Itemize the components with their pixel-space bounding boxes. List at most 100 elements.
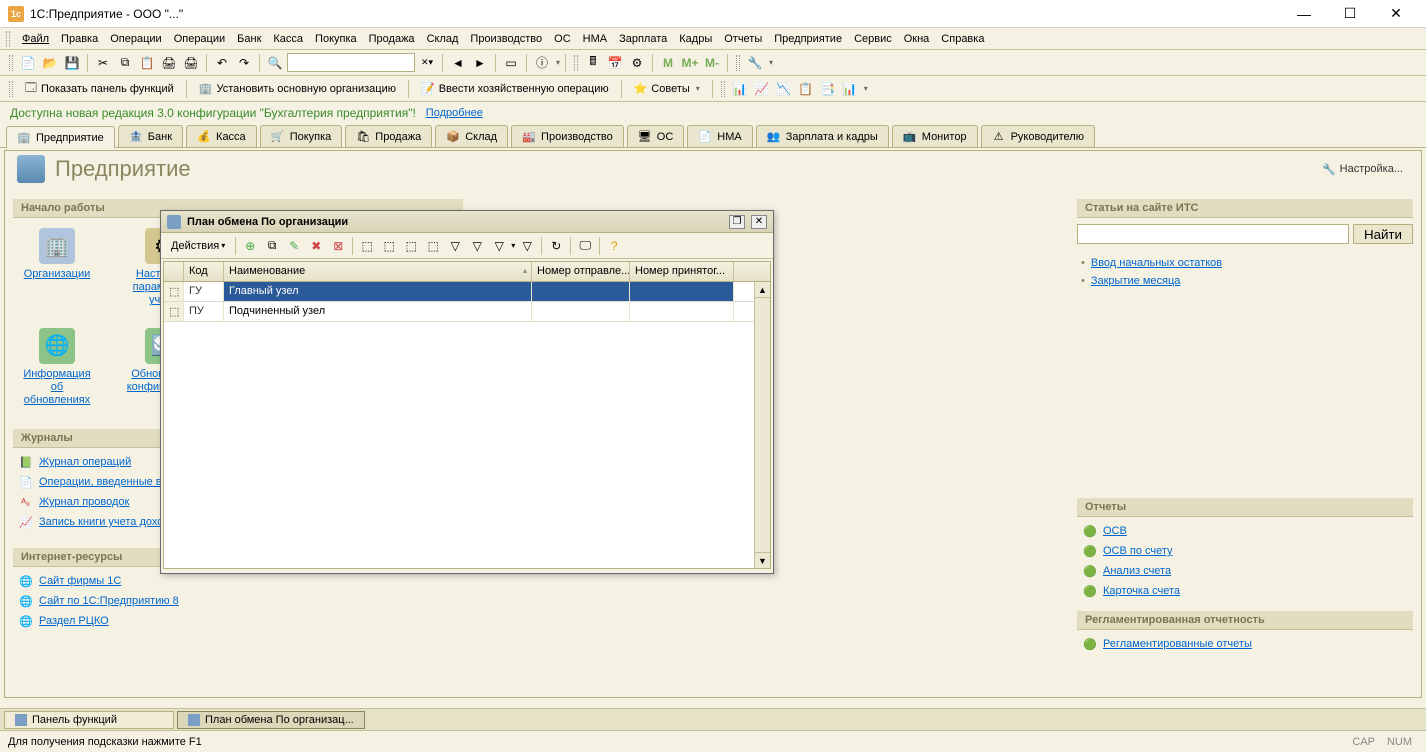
nav-fwd-icon[interactable]: ► bbox=[470, 53, 490, 73]
tab-bank[interactable]: 🏦Банк bbox=[118, 125, 183, 147]
icon-update-info[interactable]: 🌐 Информация об обновлениях bbox=[19, 328, 95, 408]
col-name[interactable]: Наименование▴ bbox=[224, 262, 532, 281]
nav-back-icon[interactable]: ◄ bbox=[448, 53, 468, 73]
link-osv-account[interactable]: ОСВ по счету bbox=[1103, 545, 1173, 557]
actions-dropdown[interactable]: Действия ▾ bbox=[165, 238, 231, 254]
its-search-input[interactable] bbox=[1077, 224, 1349, 244]
col-sent[interactable]: Номер отправле... bbox=[532, 262, 630, 281]
configure-button[interactable]: 🔧 Настройка... bbox=[1316, 161, 1409, 178]
tab-production[interactable]: 🏭Производство bbox=[511, 125, 624, 147]
show-panel-button[interactable]: 🗔 Показать панель функций bbox=[18, 79, 181, 99]
report5-icon[interactable]: 📑 bbox=[818, 79, 838, 99]
report6-icon[interactable]: 📊 bbox=[840, 79, 860, 99]
menu-operations2[interactable]: Операции bbox=[168, 31, 231, 47]
link-1c-site[interactable]: Сайт фирмы 1С bbox=[39, 575, 121, 587]
table-row[interactable]: ⬚ ПУ Подчиненный узел bbox=[164, 302, 770, 322]
tab-kassa[interactable]: 💰Касса bbox=[186, 125, 257, 147]
link-postings[interactable]: Журнал проводок bbox=[39, 496, 129, 508]
menu-os[interactable]: ОС bbox=[548, 31, 577, 47]
link-account-analysis[interactable]: Анализ счета bbox=[1103, 565, 1171, 577]
add-icon[interactable]: ⊕ bbox=[240, 236, 260, 256]
col-code[interactable]: Код bbox=[184, 262, 224, 281]
save-icon[interactable]: 💾 bbox=[62, 53, 82, 73]
cut-icon[interactable]: ✂ bbox=[93, 53, 113, 73]
link-1c8-site[interactable]: Сайт по 1С:Предприятию 8 bbox=[39, 595, 179, 607]
menu-help[interactable]: Справка bbox=[935, 31, 990, 47]
filter2-icon[interactable]: ▽ bbox=[467, 236, 487, 256]
link-reg-reports[interactable]: Регламентированные отчеты bbox=[1103, 638, 1252, 650]
copy-icon[interactable]: ⧉ bbox=[115, 53, 135, 73]
scrollbar[interactable]: ▲ ▼ bbox=[754, 282, 770, 568]
undo-icon[interactable]: ↶ bbox=[212, 53, 232, 73]
filter-off-icon[interactable]: ▽ bbox=[517, 236, 537, 256]
tool1-icon[interactable]: ⚙ bbox=[627, 53, 647, 73]
menu-enterprise[interactable]: Предприятие bbox=[768, 31, 848, 47]
menu-operations[interactable]: Операции bbox=[104, 31, 167, 47]
menu-reports[interactable]: Отчеты bbox=[718, 31, 768, 47]
mem-mminus-icon[interactable]: M- bbox=[702, 53, 722, 73]
tab-warehouse[interactable]: 📦Склад bbox=[435, 125, 508, 147]
table-row[interactable]: ⬚ ГУ Главный узел bbox=[164, 282, 770, 302]
menu-file[interactable]: Файл bbox=[16, 31, 55, 47]
calc-icon[interactable]: 🖩 bbox=[583, 53, 603, 73]
set-org-button[interactable]: 🏢 Установить основную организацию bbox=[192, 79, 403, 99]
search-input[interactable] bbox=[287, 53, 415, 72]
print-icon[interactable]: 🖨 bbox=[159, 53, 179, 73]
task-exchange-plan[interactable]: План обмена По организац... bbox=[177, 711, 365, 729]
enter-op-button[interactable]: 📝 Ввести хозяйственную операцию bbox=[414, 79, 616, 99]
report2-icon[interactable]: 📈 bbox=[752, 79, 772, 99]
tab-os[interactable]: 🖥ОС bbox=[627, 125, 685, 147]
filter-clear-icon[interactable]: ▽ bbox=[489, 236, 509, 256]
menu-nma[interactable]: НМА bbox=[577, 31, 613, 47]
copy-icon[interactable]: ⧉ bbox=[262, 236, 282, 256]
move2-icon[interactable]: ⬚ bbox=[401, 236, 421, 256]
tips-button[interactable]: ⭐ Советы▾ bbox=[627, 79, 707, 99]
menu-edit[interactable]: Правка bbox=[55, 31, 104, 47]
open-icon[interactable]: 📂 bbox=[40, 53, 60, 73]
menu-service[interactable]: Сервис bbox=[848, 31, 898, 47]
move-icon[interactable]: ⬚ bbox=[379, 236, 399, 256]
menu-windows[interactable]: Окна bbox=[898, 31, 936, 47]
maximize-button[interactable]: ☐ bbox=[1328, 1, 1372, 27]
menu-bank[interactable]: Банк bbox=[231, 31, 267, 47]
modal-close-button[interactable]: ✕ bbox=[751, 215, 767, 229]
col-icon[interactable] bbox=[164, 262, 184, 281]
col-recv[interactable]: Номер принятог... bbox=[630, 262, 734, 281]
banner-more-link[interactable]: Подробнее bbox=[426, 107, 483, 119]
move3-icon[interactable]: ⬚ bbox=[423, 236, 443, 256]
print2-icon[interactable]: 🖨 bbox=[181, 53, 201, 73]
new-icon[interactable]: 📄 bbox=[18, 53, 38, 73]
tab-monitor[interactable]: 📺Монитор bbox=[892, 125, 978, 147]
tab-salary[interactable]: 👥Зарплата и кадры bbox=[756, 125, 889, 147]
report1-icon[interactable]: 📊 bbox=[730, 79, 750, 99]
mark-delete-icon[interactable]: ⊠ bbox=[328, 236, 348, 256]
hier-icon[interactable]: ⬚ bbox=[357, 236, 377, 256]
link-journal-ops[interactable]: Журнал операций bbox=[39, 456, 131, 468]
scroll-up-icon[interactable]: ▲ bbox=[755, 282, 770, 298]
modal-titlebar[interactable]: План обмена По организации ❐ ✕ bbox=[161, 211, 773, 233]
tab-nma[interactable]: 📄НМА bbox=[687, 125, 752, 147]
modal-restore-button[interactable]: ❐ bbox=[729, 215, 745, 229]
tab-sale[interactable]: 🛍Продажа bbox=[345, 125, 432, 147]
filter-icon[interactable]: ▽ bbox=[445, 236, 465, 256]
scroll-down-icon[interactable]: ▼ bbox=[755, 552, 770, 568]
close-button[interactable]: ✕ bbox=[1374, 1, 1418, 27]
menu-sale[interactable]: Продажа bbox=[363, 31, 421, 47]
display-icon[interactable]: 🖵 bbox=[575, 236, 595, 256]
tab-manager[interactable]: ⚠Руководителю bbox=[981, 125, 1095, 147]
menu-purchase[interactable]: Покупка bbox=[309, 31, 363, 47]
search-icon[interactable]: 🔍 bbox=[265, 53, 285, 73]
delete-icon[interactable]: ✖ bbox=[306, 236, 326, 256]
wrench-icon[interactable]: 🔧 bbox=[745, 53, 765, 73]
menu-salary[interactable]: Зарплата bbox=[613, 31, 673, 47]
link-rcko[interactable]: Раздел РЦКО bbox=[39, 615, 109, 627]
redo-icon[interactable]: ↷ bbox=[234, 53, 254, 73]
report3-icon[interactable]: 📉 bbox=[774, 79, 794, 99]
icon-organizations[interactable]: 🏢 Организации bbox=[19, 228, 95, 308]
calendar-icon[interactable]: 📅 bbox=[605, 53, 625, 73]
task-panel-functions[interactable]: Панель функций bbox=[4, 711, 174, 729]
minimize-button[interactable]: — bbox=[1282, 1, 1326, 27]
link-month-close[interactable]: Закрытие месяца bbox=[1091, 275, 1181, 287]
link-initial-balances[interactable]: Ввод начальных остатков bbox=[1091, 257, 1222, 269]
link-osv[interactable]: ОСВ bbox=[1103, 525, 1127, 537]
